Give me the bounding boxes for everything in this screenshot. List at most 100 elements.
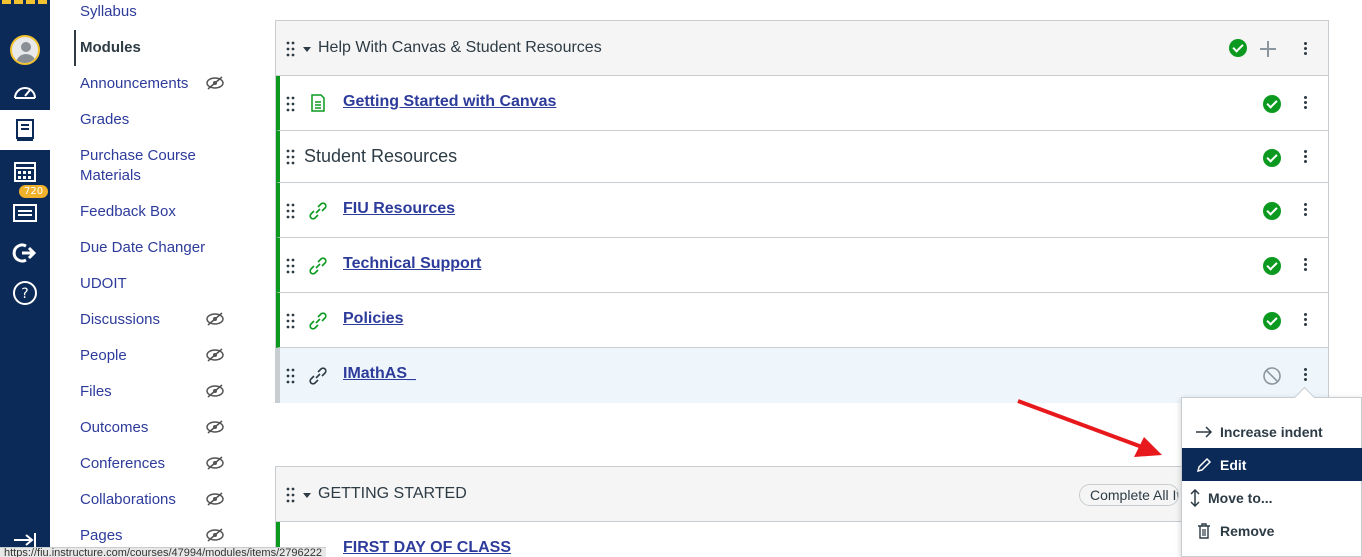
- collapse-icon: [14, 533, 36, 547]
- course-nav-people[interactable]: People: [80, 346, 127, 366]
- hidden-eye-icon: [206, 420, 224, 434]
- calendar-icon: [14, 162, 36, 182]
- hidden-eye-icon: [206, 312, 224, 326]
- module-header[interactable]: GETTING STARTED Complete All Items: [276, 467, 1328, 522]
- item-options-menu: Increase indent Edit Move to... Remove: [1181, 397, 1362, 557]
- drag-handle-icon[interactable]: [286, 96, 296, 112]
- module-item-row: Policies: [276, 293, 1328, 348]
- pencil-icon: [1196, 457, 1212, 472]
- module-item-row: FIU Resources: [276, 183, 1328, 238]
- item-options-kebab-icon[interactable]: [1304, 313, 1308, 327]
- complete-all-items-button[interactable]: Complete All Items: [1079, 484, 1179, 506]
- course-nav-outcomes[interactable]: Outcomes: [80, 418, 148, 438]
- inbox-icon: [13, 204, 37, 222]
- item-options-kebab-icon[interactable]: [1304, 96, 1308, 110]
- drag-handle-icon[interactable]: [286, 313, 296, 329]
- course-nav-announcements[interactable]: Announcements: [80, 74, 188, 94]
- course-nav-purchase-materials[interactable]: Purchase Course Materials: [80, 146, 196, 186]
- module-subheader-row: Student Resources: [276, 131, 1328, 183]
- hidden-eye-icon: [206, 76, 224, 90]
- module-header[interactable]: Help With Canvas & Student Resources: [276, 21, 1328, 76]
- module-item-row: FIRST DAY OF CLASS: [276, 522, 1328, 557]
- course-nav-collaborations[interactable]: Collaborations: [80, 490, 176, 510]
- collapse-caret-icon[interactable]: [303, 493, 311, 498]
- course-nav-discussions[interactable]: Discussions: [80, 310, 160, 330]
- browser-status-url: https://fiu.instructure.com/courses/4799…: [0, 547, 326, 557]
- add-item-icon[interactable]: [1259, 40, 1277, 58]
- course-nav-files[interactable]: Files: [80, 382, 112, 402]
- item-options-kebab-icon[interactable]: [1304, 150, 1308, 164]
- course-nav-grades[interactable]: Grades: [80, 110, 129, 130]
- annotation-arrow-icon: [1017, 399, 1162, 457]
- module-item-link[interactable]: IMathAS_: [343, 365, 416, 383]
- module-item-row: Technical Support: [276, 238, 1328, 293]
- published-check-icon[interactable]: [1263, 202, 1281, 220]
- menu-edit[interactable]: Edit: [1182, 448, 1362, 481]
- global-nav: 720 ?: [0, 0, 50, 557]
- hidden-eye-icon: [206, 492, 224, 506]
- menu-item-label: Remove: [1220, 522, 1275, 539]
- module-subheader: Student Resources: [304, 146, 458, 166]
- module-item-row: Getting Started with Canvas: [276, 76, 1328, 131]
- hidden-eye-icon: [206, 348, 224, 362]
- menu-increase-indent[interactable]: Increase indent: [1182, 415, 1362, 448]
- course-nav-pages[interactable]: Pages: [80, 526, 123, 546]
- course-nav-feedback-box[interactable]: Feedback Box: [80, 202, 176, 222]
- published-check-icon[interactable]: [1263, 95, 1281, 113]
- help-nav-item[interactable]: ?: [0, 273, 50, 313]
- drag-handle-icon[interactable]: [286, 368, 296, 384]
- svg-text:?: ?: [21, 286, 28, 302]
- help-icon: ?: [13, 281, 37, 305]
- published-check-icon[interactable]: [1263, 312, 1281, 330]
- logo[interactable]: [0, 0, 50, 4]
- account-nav-item[interactable]: [0, 30, 50, 70]
- drag-handle-icon[interactable]: [286, 487, 296, 503]
- inbox-badge: 720: [19, 185, 49, 198]
- published-check-icon[interactable]: [1263, 149, 1281, 167]
- drag-handle-icon[interactable]: [286, 203, 296, 219]
- drag-handle-icon[interactable]: [286, 149, 296, 165]
- course-nav: Syllabus Modules Announcements Grades Pu…: [50, 0, 275, 557]
- menu-item-label: Move to...: [1208, 489, 1273, 506]
- course-nav-modules[interactable]: Modules: [80, 38, 141, 58]
- module-item-link[interactable]: Getting Started with Canvas: [343, 93, 556, 111]
- course-nav-due-date-changer[interactable]: Due Date Changer: [80, 238, 205, 258]
- unpublished-icon[interactable]: [1262, 366, 1282, 386]
- page-icon: [311, 94, 325, 112]
- module-item-link[interactable]: Technical Support: [343, 255, 481, 273]
- link-icon: [309, 367, 327, 385]
- courses-icon: [16, 119, 34, 141]
- avatar: [10, 35, 40, 65]
- commons-icon: [12, 243, 37, 263]
- course-nav-udoit[interactable]: UDOIT: [80, 274, 127, 294]
- module-options-kebab-icon[interactable]: [1304, 42, 1308, 56]
- menu-item-label: Edit: [1220, 456, 1247, 473]
- published-check-icon[interactable]: [1229, 39, 1247, 57]
- drag-handle-icon[interactable]: [286, 41, 296, 57]
- published-check-icon[interactable]: [1263, 257, 1281, 275]
- course-nav-syllabus[interactable]: Syllabus: [80, 2, 137, 22]
- module-item-link[interactable]: FIRST DAY OF CLASS: [343, 539, 511, 557]
- link-icon: [309, 312, 327, 330]
- arrow-right-icon: [1196, 425, 1213, 438]
- dashboard-icon: [14, 87, 36, 99]
- commons-nav-item[interactable]: [0, 233, 50, 273]
- collapse-caret-icon[interactable]: [303, 47, 311, 52]
- item-options-kebab-icon[interactable]: [1304, 368, 1308, 382]
- link-icon: [309, 257, 327, 275]
- inbox-nav-item[interactable]: 720: [0, 185, 50, 232]
- module-help-with-canvas: Help With Canvas & Student Resources Get…: [275, 20, 1329, 403]
- trash-icon: [1198, 522, 1210, 539]
- item-options-kebab-icon[interactable]: [1304, 203, 1308, 217]
- menu-item-label: Increase indent: [1220, 423, 1323, 440]
- menu-move-to[interactable]: Move to...: [1182, 481, 1362, 514]
- item-options-kebab-icon[interactable]: [1304, 258, 1308, 272]
- module-item-link[interactable]: FIU Resources: [343, 200, 455, 218]
- module-item-link[interactable]: Policies: [343, 310, 403, 328]
- menu-remove[interactable]: Remove: [1182, 514, 1362, 547]
- course-nav-conferences[interactable]: Conferences: [80, 454, 165, 474]
- drag-handle-icon[interactable]: [286, 258, 296, 274]
- courses-nav-item[interactable]: [0, 110, 50, 150]
- dashboard-nav-item[interactable]: [0, 72, 50, 112]
- updown-arrow-icon: [1190, 488, 1200, 507]
